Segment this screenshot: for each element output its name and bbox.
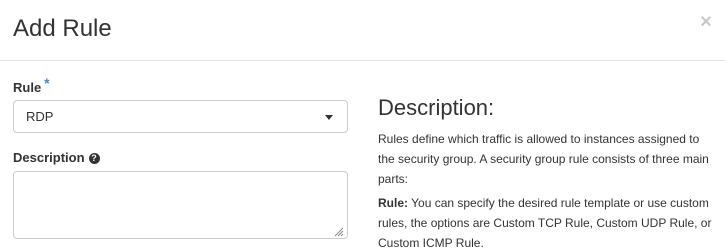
description-label-text: Description [13,150,85,165]
modal-title: Add Rule [13,15,112,42]
required-marker: * [44,75,50,91]
rule-label-text: Rule [13,80,42,95]
close-icon[interactable]: × [697,12,715,32]
rule-select-value: RDP [26,109,54,124]
question-circle-icon[interactable]: ? [88,153,100,164]
rule-select[interactable]: RDP [13,100,348,133]
description-textarea[interactable] [13,171,348,239]
resize-grip-icon[interactable] [332,225,344,237]
description-field-label: Description? [13,150,100,166]
modal-header: Add Rule × [0,0,725,61]
add-rule-dialog: Add Rule × Rule * RDP Description? Descri… [0,0,725,250]
help-title: Description: [378,95,495,120]
help-rule-text: You can specify the desired rule templat… [378,196,712,250]
chevron-down-icon [325,115,333,120]
help-rule-term: Rule: [378,196,408,210]
help-rule-paragraph: Rule: You can specify the desired rule t… [378,193,718,250]
rule-field-label: Rule * [13,75,50,96]
help-intro-text: Rules define which traffic is allowed to… [378,132,709,186]
